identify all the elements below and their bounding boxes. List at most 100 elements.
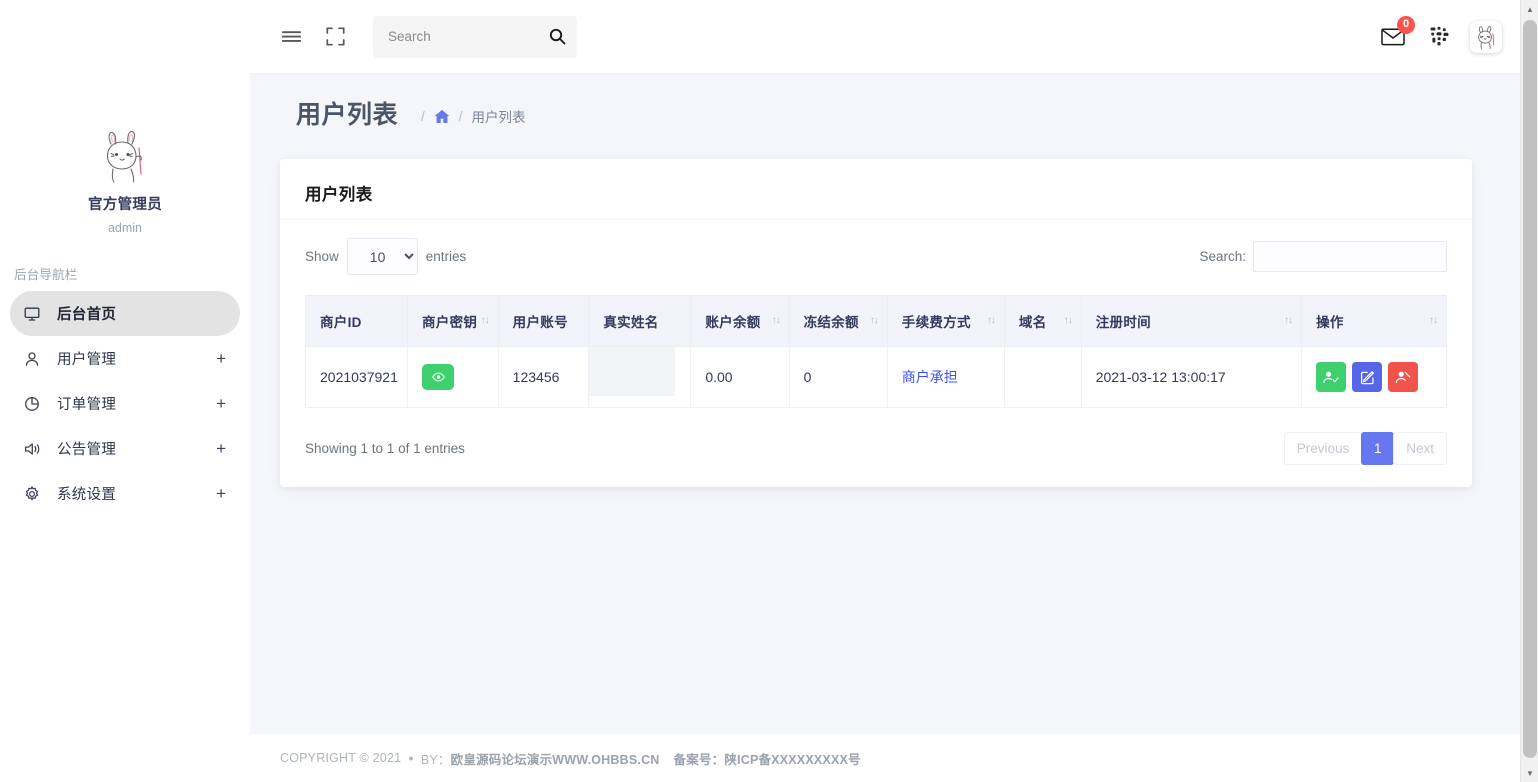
pagination: Previous 1 Next: [1285, 432, 1447, 465]
cell-user-account: 123456: [498, 347, 589, 408]
fee-mode-link[interactable]: 商户承担: [902, 369, 958, 385]
scroll-down-icon[interactable]: ▼: [1521, 764, 1538, 782]
avatar: [94, 126, 156, 188]
user-list-card: 用户列表 Show 10 25 50 100 entries: [280, 159, 1472, 487]
page-title: 用户列表: [296, 100, 398, 130]
column-label: 注册时间: [1096, 315, 1151, 330]
megaphone-icon: [24, 441, 46, 457]
user-table: 商户ID 商户密钥 ↑↓ 用户账号 真实姓名: [305, 295, 1447, 408]
sidebar-section-title: 后台导航栏: [14, 264, 250, 283]
cell-operations: [1302, 347, 1447, 408]
sidebar-item-announcement-management[interactable]: 公告管理 +: [10, 426, 240, 471]
cell-fee-mode: 商户承担: [887, 347, 1004, 408]
user-slash-icon[interactable]: [1388, 362, 1418, 392]
scrollbar-thumb[interactable]: [1523, 20, 1537, 758]
sort-icon: ↑↓: [1284, 316, 1292, 326]
column-label: 账户余额: [705, 315, 760, 330]
cell-domain: [1004, 347, 1081, 408]
footer-icp-label: 备案号：: [674, 749, 725, 768]
footer-icp-label-text: 备案号：: [674, 753, 725, 767]
profile-avatar-button[interactable]: [1470, 21, 1502, 53]
column-header-frozen-balance[interactable]: 冻结余额 ↑↓: [789, 296, 887, 347]
main-content: 用户列表 / / 用户列表 用户列表 Show: [250, 74, 1520, 734]
datatable-footer: Showing 1 to 1 of 1 entries Previous 1 N…: [305, 432, 1447, 465]
column-header-register-time[interactable]: 注册时间 ↑↓: [1081, 296, 1301, 347]
pagination-page-1[interactable]: 1: [1361, 432, 1394, 465]
scroll-up-icon[interactable]: ▲: [1521, 0, 1538, 18]
breadcrumb-separator: /: [459, 109, 463, 124]
page-footer: COPYRIGHT © 2021 ● BY： 欧皇源码论坛演示WWW.OHBBS…: [250, 734, 1520, 782]
column-header-fee-mode[interactable]: 手续费方式 ↑↓: [887, 296, 1004, 347]
footer-by-label: BY：: [421, 749, 451, 768]
footer-dot: ●: [408, 753, 414, 763]
cell-merchant-id: 2021037921: [306, 347, 408, 408]
table-head: 商户ID 商户密钥 ↑↓ 用户账号 真实姓名: [306, 296, 1447, 347]
sort-icon: ↑↓: [1064, 316, 1072, 326]
desktop-icon: [24, 306, 46, 322]
sidebar-item-label: 系统设置: [57, 483, 216, 504]
table-row: 2021037921 123456: [306, 347, 1447, 408]
header-search[interactable]: [373, 16, 577, 58]
row-actions: [1316, 362, 1436, 392]
sidebar-item-expand[interactable]: +: [216, 440, 228, 457]
datatable-search-input[interactable]: [1253, 241, 1447, 272]
top-header: 0: [250, 0, 1520, 74]
menu-toggle-button[interactable]: [274, 20, 308, 54]
pagination-previous[interactable]: Previous: [1284, 432, 1363, 465]
column-header-merchant-id[interactable]: 商户ID: [306, 296, 408, 347]
sidebar-item-expand[interactable]: +: [216, 395, 228, 412]
sidebar-nav: 后台首页 用户管理 +: [0, 291, 250, 516]
sort-icon: ↑↓: [1429, 316, 1437, 326]
sidebar-item-system-settings[interactable]: 系统设置 +: [10, 471, 240, 516]
messages-button[interactable]: 0: [1376, 20, 1410, 54]
column-label: 域名: [1019, 315, 1047, 330]
cell-balance: 0.00: [691, 347, 789, 408]
page-scrollbar[interactable]: ▲ ▼: [1520, 0, 1538, 782]
sidebar: 官方管理员 admin 后台导航栏 后台首页: [0, 0, 250, 782]
breadcrumb: / / 用户列表: [412, 106, 526, 130]
search-input[interactable]: [373, 17, 523, 57]
column-header-operations[interactable]: 操作 ↑↓: [1302, 296, 1447, 347]
column-header-real-name[interactable]: 真实姓名: [589, 296, 691, 347]
page-length-select[interactable]: 10 25 50 100: [347, 238, 418, 275]
user-check-icon[interactable]: [1316, 362, 1346, 392]
edit-icon[interactable]: [1352, 362, 1382, 392]
sidebar-item-expand[interactable]: +: [216, 485, 228, 502]
user-icon: [24, 351, 46, 367]
column-header-balance[interactable]: 账户余额 ↑↓: [691, 296, 789, 347]
sidebar-item-order-management[interactable]: 订单管理 +: [10, 381, 240, 426]
entries-label: entries: [426, 249, 467, 264]
hamburger-icon: [282, 29, 301, 45]
sidebar-item-label: 用户管理: [57, 348, 216, 369]
sort-icon: ↑↓: [772, 316, 780, 326]
pagination-next[interactable]: Next: [1393, 432, 1447, 465]
footer-copyright: COPYRIGHT © 2021: [280, 751, 401, 765]
sidebar-item-label: 后台首页: [57, 303, 226, 324]
search-icon[interactable]: [547, 27, 567, 47]
home-icon[interactable]: [434, 109, 450, 124]
breadcrumb-current: 用户列表: [472, 106, 526, 126]
gear-icon: [24, 486, 46, 502]
datatable-controls: Show 10 25 50 100 entries Search:: [305, 238, 1447, 275]
column-header-merchant-key[interactable]: 商户密钥 ↑↓: [408, 296, 499, 347]
avatar-icon: [1473, 24, 1499, 50]
show-label: Show: [305, 249, 339, 264]
column-label: 冻结余额: [804, 315, 859, 330]
fullscreen-button[interactable]: [318, 20, 352, 54]
sort-icon: ↑↓: [481, 316, 489, 326]
sidebar-item-user-management[interactable]: 用户管理 +: [10, 336, 240, 381]
sidebar-item-dashboard[interactable]: 后台首页: [10, 291, 240, 336]
sidebar-profile-role: admin: [0, 220, 250, 236]
footer-by-value[interactable]: 欧皇源码论坛演示WWW.OHBBS.CN: [451, 749, 660, 768]
apps-button[interactable]: [1423, 20, 1457, 54]
pie-chart-icon: [24, 396, 46, 412]
column-label: 真实姓名: [603, 315, 658, 330]
column-label: 用户账号: [513, 315, 568, 330]
column-header-user-account[interactable]: 用户账号: [498, 296, 589, 347]
eye-icon[interactable]: [422, 364, 454, 390]
card-header: 用户列表: [280, 159, 1472, 220]
column-header-domain[interactable]: 域名 ↑↓: [1004, 296, 1081, 347]
page-header: 用户列表 / / 用户列表: [250, 74, 1520, 130]
search-label: Search:: [1199, 249, 1246, 264]
sidebar-item-expand[interactable]: +: [216, 350, 228, 367]
